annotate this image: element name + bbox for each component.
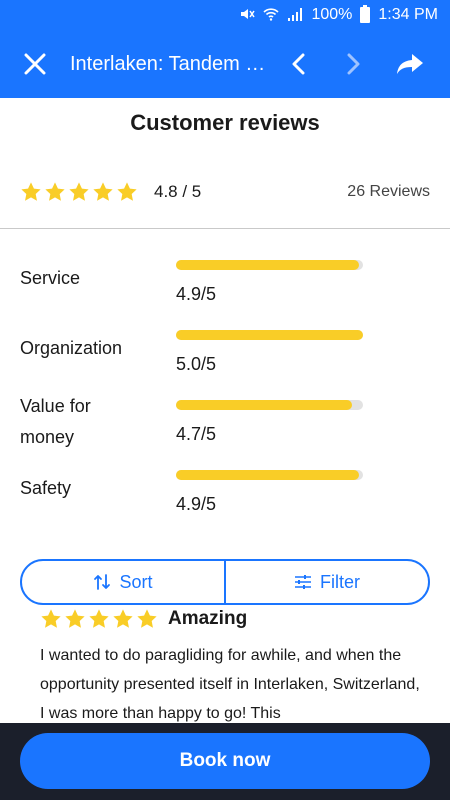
criterion-bar (176, 260, 363, 270)
previous-button[interactable] (270, 30, 326, 98)
criterion-value: 4.9/5 (176, 494, 217, 514)
criterion-bar-fill (176, 400, 352, 410)
criterion-value: 5.0/5 (176, 354, 217, 374)
star-icon (21, 182, 41, 201)
star-icon (45, 182, 65, 201)
share-button[interactable] (382, 30, 438, 98)
star-icon (93, 182, 113, 201)
rating-value: 4.8 / 5 (154, 182, 202, 201)
app-bar: Interlaken: Tandem P... (0, 30, 450, 98)
bottom-bar: Book now (0, 723, 450, 800)
chevron-left-icon (292, 53, 305, 75)
criterion-label: Organization (20, 338, 123, 358)
book-now-button[interactable]: Book now (20, 733, 430, 789)
review-stars (40, 608, 158, 630)
star-icon (113, 609, 133, 628)
filter-button[interactable]: Filter (226, 561, 428, 603)
criterion-bar-fill (176, 470, 360, 480)
star-icon (137, 609, 157, 628)
criterion-bar-fill (176, 260, 360, 270)
overall-rating: 4.8 / 5 26 Reviews (20, 178, 430, 206)
chevron-right-icon (347, 53, 360, 75)
mute-icon (239, 6, 256, 25)
next-button[interactable] (326, 30, 382, 98)
criterion-bar-fill (176, 330, 363, 340)
status-bar: 100% 1:34 PM (0, 0, 450, 30)
sort-filter-bar: Sort Filter (20, 559, 430, 605)
criterion-label: Service (20, 268, 81, 288)
star-icon (65, 609, 85, 628)
criterion-label: Value for money (20, 396, 91, 447)
criterion-value: 4.9/5 (176, 284, 217, 304)
criterion-bar (176, 330, 363, 340)
rating-stars (20, 181, 138, 203)
criterion-bar (176, 470, 363, 480)
close-icon (24, 53, 46, 75)
share-icon (397, 54, 423, 74)
sort-button[interactable]: Sort (22, 561, 224, 603)
criterion-label: Safety (20, 478, 72, 498)
criterion-value: 4.7/5 (176, 424, 217, 444)
star-icon (89, 609, 109, 628)
filter-label: Filter (320, 571, 360, 592)
review-title: Amazing (168, 608, 248, 629)
close-button[interactable] (0, 30, 70, 98)
star-icon (41, 609, 61, 628)
criterion-bar (176, 400, 363, 410)
review-text: I wanted to do paragliding for awhile, a… (40, 647, 420, 722)
reviews-count: 26 Reviews (347, 183, 430, 200)
filter-icon (295, 575, 311, 589)
sort-icon (94, 574, 111, 590)
battery-percent: 100% (311, 6, 353, 23)
signal-icon (287, 6, 303, 25)
section-title: Customer reviews (130, 110, 320, 135)
clock: 1:34 PM (378, 6, 438, 23)
review-header: Amazing (40, 608, 247, 630)
star-icon (69, 182, 89, 201)
wifi-icon (263, 6, 280, 25)
page-title: Interlaken: Tandem P... (70, 52, 270, 75)
divider (0, 228, 450, 229)
sort-label: Sort (119, 571, 153, 592)
star-icon (117, 182, 137, 201)
battery-icon (360, 4, 371, 26)
